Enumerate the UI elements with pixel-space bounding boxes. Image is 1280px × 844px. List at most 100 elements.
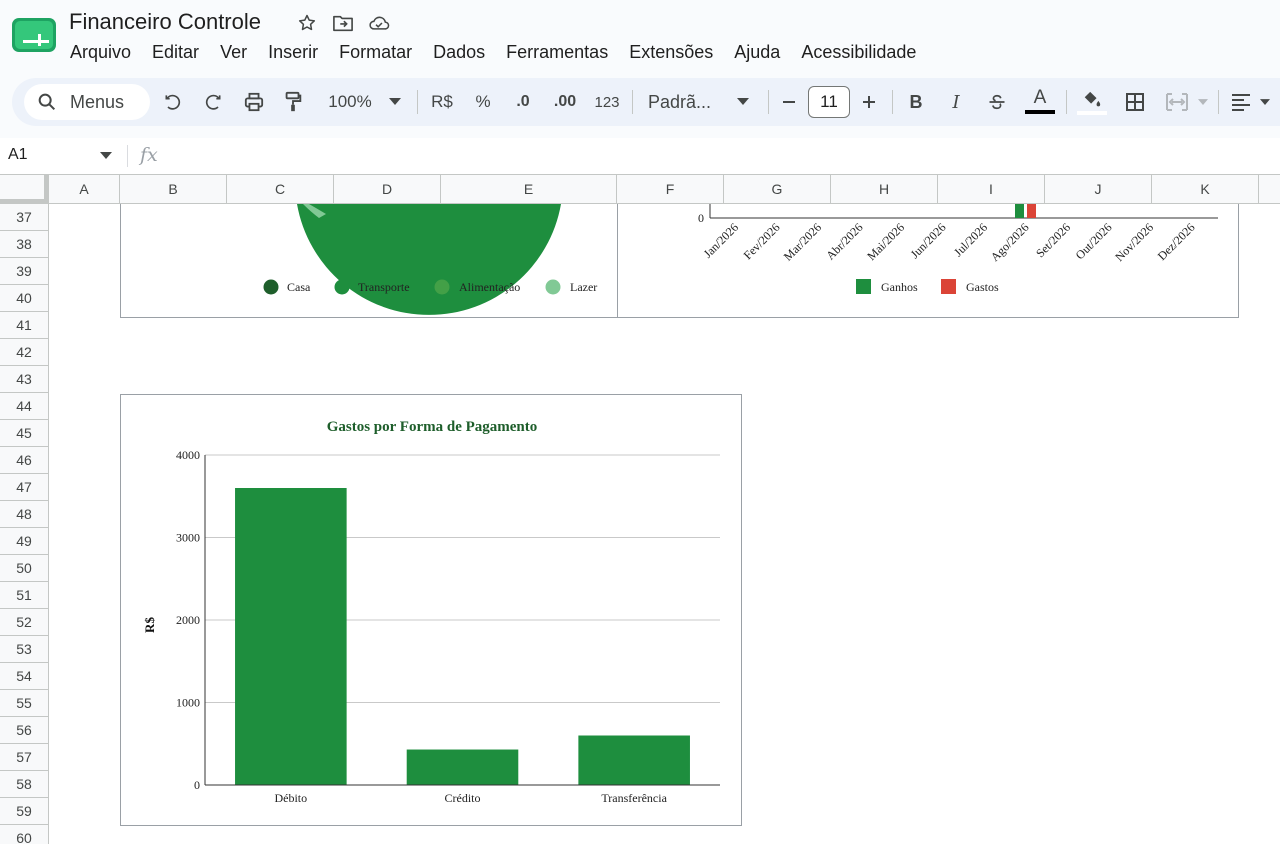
row-header-38[interactable]: 38 [0,231,48,258]
name-box[interactable]: A1 [8,146,28,164]
row-header-53[interactable]: 53 [0,636,48,663]
row-header-46[interactable]: 46 [0,447,48,474]
column-header-partial[interactable] [1258,175,1280,203]
monthly-bar-chart[interactable]: 0 Jan/2026 Fev/2026 Mar/2026 Abr/2026 Mai/20… [617,204,1239,318]
column-header-k[interactable]: K [1151,175,1258,203]
row-header-47[interactable]: 47 [0,474,48,501]
sheets-logo-icon[interactable] [12,18,56,52]
menu-ferramentas[interactable]: Ferramentas [506,41,608,63]
text-color-button[interactable]: A [1024,78,1056,126]
currency-format-button[interactable]: R$ [428,78,456,126]
bar-gastos-ago-2026[interactable] [1027,204,1036,218]
print-icon[interactable] [240,78,268,126]
pie-chart[interactable]: Casa Transporte Alimentação Lazer [120,204,618,318]
column-header: A B C D E F G H I J K [0,174,1280,204]
row-header-41[interactable]: 41 [0,312,48,339]
align-chevron-down-icon[interactable] [1256,78,1274,126]
decrease-decimal-button[interactable]: .0 [510,78,536,126]
text-color-label: A [1033,87,1047,108]
percent-format-button[interactable]: % [470,78,496,126]
row-header-58[interactable]: 58 [0,771,48,798]
strikethrough-icon[interactable] [984,78,1010,126]
font-size-input[interactable]: 11 [808,86,850,118]
row-header-54[interactable]: 54 [0,663,48,690]
row-header-50[interactable]: 50 [0,555,48,582]
cloud-status-icon[interactable] [368,12,390,34]
column-header-h[interactable]: H [830,175,937,203]
star-icon[interactable] [296,12,318,34]
payment-method-bar-chart[interactable]: Gastos por Forma de Pagamento R$ 0 1000 20… [120,394,742,826]
legend-label-alimentacao: Alimentação [459,280,520,294]
fill-color-icon[interactable] [1076,78,1108,126]
borders-icon[interactable] [1122,78,1148,126]
increase-font-size-icon[interactable] [858,78,880,126]
column-header-i[interactable]: I [937,175,1044,203]
row-header-42[interactable]: 42 [0,339,48,366]
legend-swatch-lazer [545,279,561,295]
pie-chart-svg: Casa Transporte Alimentação Lazer [263,204,597,315]
bar-debito[interactable] [235,488,347,785]
row-header-48[interactable]: 48 [0,501,48,528]
column-header-c[interactable]: C [226,175,333,203]
row-header-55[interactable]: 55 [0,690,48,717]
row-header-39[interactable]: 39 [0,258,48,285]
undo-icon[interactable] [160,78,186,126]
column-header-f[interactable]: F [616,175,723,203]
x-tick-debito: Débito [274,791,307,805]
redo-icon[interactable] [200,78,226,126]
menu-inserir[interactable]: Inserir [268,41,318,63]
name-box-chevron-down-icon[interactable] [100,152,112,160]
menu-bar: Arquivo Editar Ver Inserir Formatar Dado… [70,41,937,63]
bold-button[interactable]: B [904,78,928,126]
document-title[interactable]: Financeiro Controle [69,9,261,35]
row-header-57[interactable]: 57 [0,744,48,771]
row-header-56[interactable]: 56 [0,717,48,744]
row-header-51[interactable]: 51 [0,582,48,609]
row-header-40[interactable]: 40 [0,285,48,312]
menu-acessibilidade[interactable]: Acessibilidade [801,41,916,63]
row-header-60[interactable]: 60 [0,825,48,844]
decrease-font-size-icon[interactable] [778,78,800,126]
bar-ganhos-ago-2026[interactable] [1015,204,1024,218]
move-to-folder-icon[interactable] [332,12,354,34]
row-header-45[interactable]: 45 [0,420,48,447]
increase-decimal-button[interactable]: .00 [550,78,580,126]
more-formats-button[interactable]: 123 [592,78,622,126]
column-header-j[interactable]: J [1044,175,1151,203]
select-all-corner[interactable] [0,175,48,203]
text-color-swatch [1025,110,1055,114]
zoom-chevron-down-icon[interactable] [384,78,406,126]
pie-slice-transporte[interactable] [297,204,561,315]
menu-extensoes[interactable]: Extensões [629,41,713,63]
menu-arquivo[interactable]: Arquivo [70,41,131,63]
toolbar-divider [1066,90,1067,114]
chart-title: Gastos por Forma de Pagamento [327,419,538,435]
x-tick-labels: Jan/2026 Fev/2026Mar/2026 Abr/2026Mai/2026… [701,220,1198,264]
bar-credito[interactable] [406,749,519,785]
menu-search[interactable]: Menus [24,84,150,120]
font-chevron-down-icon[interactable] [732,78,754,126]
row-header-37[interactable]: 37 [0,204,48,231]
menu-editar[interactable]: Editar [152,41,199,63]
menu-ver[interactable]: Ver [220,41,247,63]
row-header-44[interactable]: 44 [0,393,48,420]
column-header-d[interactable]: D [333,175,440,203]
column-header-g[interactable]: G [723,175,830,203]
row-header-59[interactable]: 59 [0,798,48,825]
row-header-43[interactable]: 43 [0,366,48,393]
menu-dados[interactable]: Dados [433,41,485,63]
toolbar-divider [1218,90,1219,114]
zoom-select[interactable]: 100% [322,78,378,126]
column-header-a[interactable]: A [48,175,119,203]
menu-ajuda[interactable]: Ajuda [734,41,780,63]
row-header-52[interactable]: 52 [0,609,48,636]
font-family-select[interactable]: Padrã... [648,78,724,126]
row-header-49[interactable]: 49 [0,528,48,555]
italic-button[interactable]: I [944,78,968,126]
column-header-e[interactable]: E [440,175,616,203]
menu-formatar[interactable]: Formatar [339,41,412,63]
horizontal-align-icon[interactable] [1226,78,1256,126]
bar-transferencia[interactable] [578,735,690,786]
paint-format-icon[interactable] [280,78,306,126]
column-header-b[interactable]: B [119,175,226,203]
